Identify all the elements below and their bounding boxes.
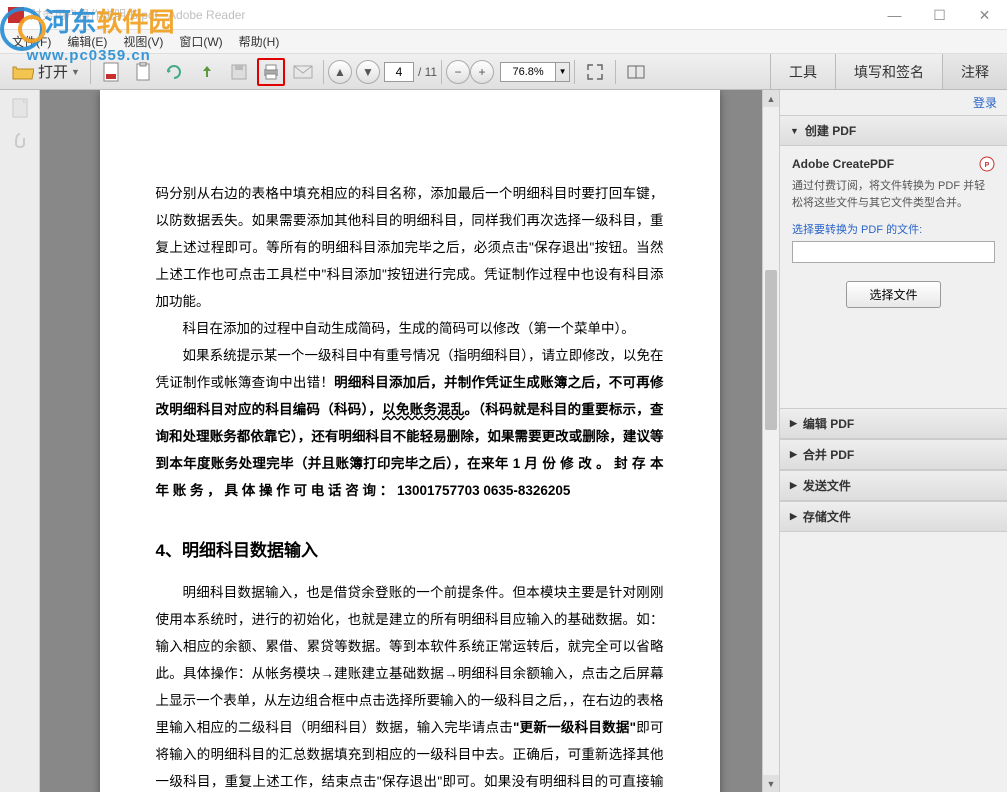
- zoom-in-button[interactable]: +: [470, 60, 494, 84]
- menu-file[interactable]: 文件(F): [4, 31, 59, 52]
- svg-text:P: P: [985, 162, 990, 169]
- convert-button[interactable]: [161, 58, 189, 86]
- file-path-input[interactable]: [792, 241, 995, 263]
- zoom-dropdown-button[interactable]: ▼: [556, 62, 570, 82]
- maximize-button[interactable]: ☐: [917, 0, 962, 30]
- create-pdf-title: Adobe CreatePDF: [792, 157, 894, 171]
- pdf-badge-icon: P: [979, 156, 995, 172]
- envelope-icon: [293, 65, 313, 79]
- paragraph: 明细科目数据输入，也是借贷余登账的一个前提条件。但本模块主要是针对刚刚使用本系统…: [156, 579, 664, 792]
- tab-sign[interactable]: 填写和签名: [835, 54, 942, 89]
- panel-header-edit-pdf[interactable]: ▶编辑 PDF: [780, 408, 1007, 439]
- read-icon: [627, 65, 645, 79]
- scrollbar-thumb[interactable]: [765, 270, 777, 430]
- save-button[interactable]: [225, 58, 253, 86]
- select-file-button[interactable]: 选择文件: [846, 281, 940, 308]
- menu-view[interactable]: 视图(V): [115, 31, 171, 52]
- select-file-label: 选择要转换为 PDF 的文件:: [792, 221, 995, 237]
- scroll-up-button[interactable]: ▲: [763, 90, 779, 107]
- window-titlebar: 财务用户操作说明书.pdf - Adobe Reader — ☐ ✕: [0, 0, 1007, 30]
- create-pdf-button[interactable]: [97, 58, 125, 86]
- paragraph: 码分别从右边的表格中填充相应的科目名称，添加最后一个明细科目时要打回车键，以防数…: [156, 180, 664, 315]
- section-heading: 4、明细科目数据输入: [156, 536, 664, 561]
- clipboard-icon: [134, 62, 152, 82]
- page-thumbnails-icon[interactable]: [10, 98, 30, 120]
- panel-header-store-file[interactable]: ▶存储文件: [780, 501, 1007, 532]
- document-icon: [102, 62, 120, 82]
- attachments-icon[interactable]: [10, 132, 30, 152]
- printer-icon: [261, 63, 281, 81]
- zoom-out-button[interactable]: −: [446, 60, 470, 84]
- document-viewer: 码分别从右边的表格中填充相应的科目名称，添加最后一个明细科目时要打回车键，以防数…: [40, 90, 779, 792]
- read-mode-button[interactable]: [622, 58, 650, 86]
- close-button[interactable]: ✕: [962, 0, 1007, 30]
- pdf-page: 码分别从右边的表格中填充相应的科目名称，添加最后一个明细科目时要打回车键，以防数…: [100, 90, 720, 792]
- page-down-button[interactable]: ▼: [356, 60, 380, 84]
- scroll-down-button[interactable]: ▼: [763, 775, 779, 792]
- window-title: 财务用户操作说明书.pdf - Adobe Reader: [30, 6, 245, 23]
- panel-header-merge-pdf[interactable]: ▶合并 PDF: [780, 439, 1007, 470]
- toolbar: 打开 ▼ ▲ ▼ / 11 − + ▼ 工具 填写和签名 注释: [0, 54, 1007, 90]
- paragraph: 如果系统提示某一个一级科目中有重号情况（指明细科目），请立即修改，以免在凭证制作…: [156, 342, 664, 504]
- page-up-button[interactable]: ▲: [328, 60, 352, 84]
- app-icon: [8, 7, 24, 23]
- menu-edit[interactable]: 编辑(E): [59, 31, 115, 52]
- paragraph: 科目在添加的过程中自动生成简码，生成的简码可以修改（第一个菜单中）。: [156, 315, 664, 342]
- expand-icon: [587, 64, 603, 80]
- email-button[interactable]: [289, 58, 317, 86]
- tab-comment[interactable]: 注释: [942, 54, 1007, 89]
- panel-header-send-file[interactable]: ▶发送文件: [780, 470, 1007, 501]
- create-pdf-description: 通过付费订阅，将文件转换为 PDF 并轻松将这些文件与其它文件类型合并。: [792, 178, 995, 211]
- minimize-button[interactable]: —: [872, 0, 917, 30]
- login-link[interactable]: 登录: [780, 90, 1007, 115]
- panel-body-create-pdf: Adobe CreatePDF P 通过付费订阅，将文件转换为 PDF 并轻松将…: [780, 146, 1007, 326]
- zoom-level-input[interactable]: [500, 62, 556, 82]
- page-number-input[interactable]: [384, 62, 414, 82]
- open-button[interactable]: 打开 ▼: [6, 58, 86, 86]
- save-icon: [230, 63, 248, 81]
- menubar: 文件(F) 编辑(E) 视图(V) 窗口(W) 帮助(H): [0, 30, 1007, 54]
- right-panel: 登录 ▼创建 PDF Adobe CreatePDF P 通过付费订阅，将文件转…: [779, 90, 1007, 792]
- menu-window[interactable]: 窗口(W): [171, 31, 230, 52]
- folder-open-icon: [12, 63, 34, 81]
- tab-tools[interactable]: 工具: [770, 54, 835, 89]
- panel-header-create-pdf[interactable]: ▼创建 PDF: [780, 115, 1007, 146]
- fit-page-button[interactable]: [581, 58, 609, 86]
- clipboard-button[interactable]: [129, 58, 157, 86]
- left-nav-strip: [0, 90, 40, 792]
- menu-help[interactable]: 帮助(H): [231, 31, 288, 52]
- convert-icon: [165, 63, 185, 81]
- cloud-upload-icon: [198, 63, 216, 81]
- upload-button[interactable]: [193, 58, 221, 86]
- print-button[interactable]: [257, 58, 285, 86]
- vertical-scrollbar[interactable]: ▲ ▼: [762, 90, 779, 792]
- page-total-label: / 11: [418, 65, 437, 79]
- page-navigation: ▲ ▼ / 11: [328, 60, 437, 84]
